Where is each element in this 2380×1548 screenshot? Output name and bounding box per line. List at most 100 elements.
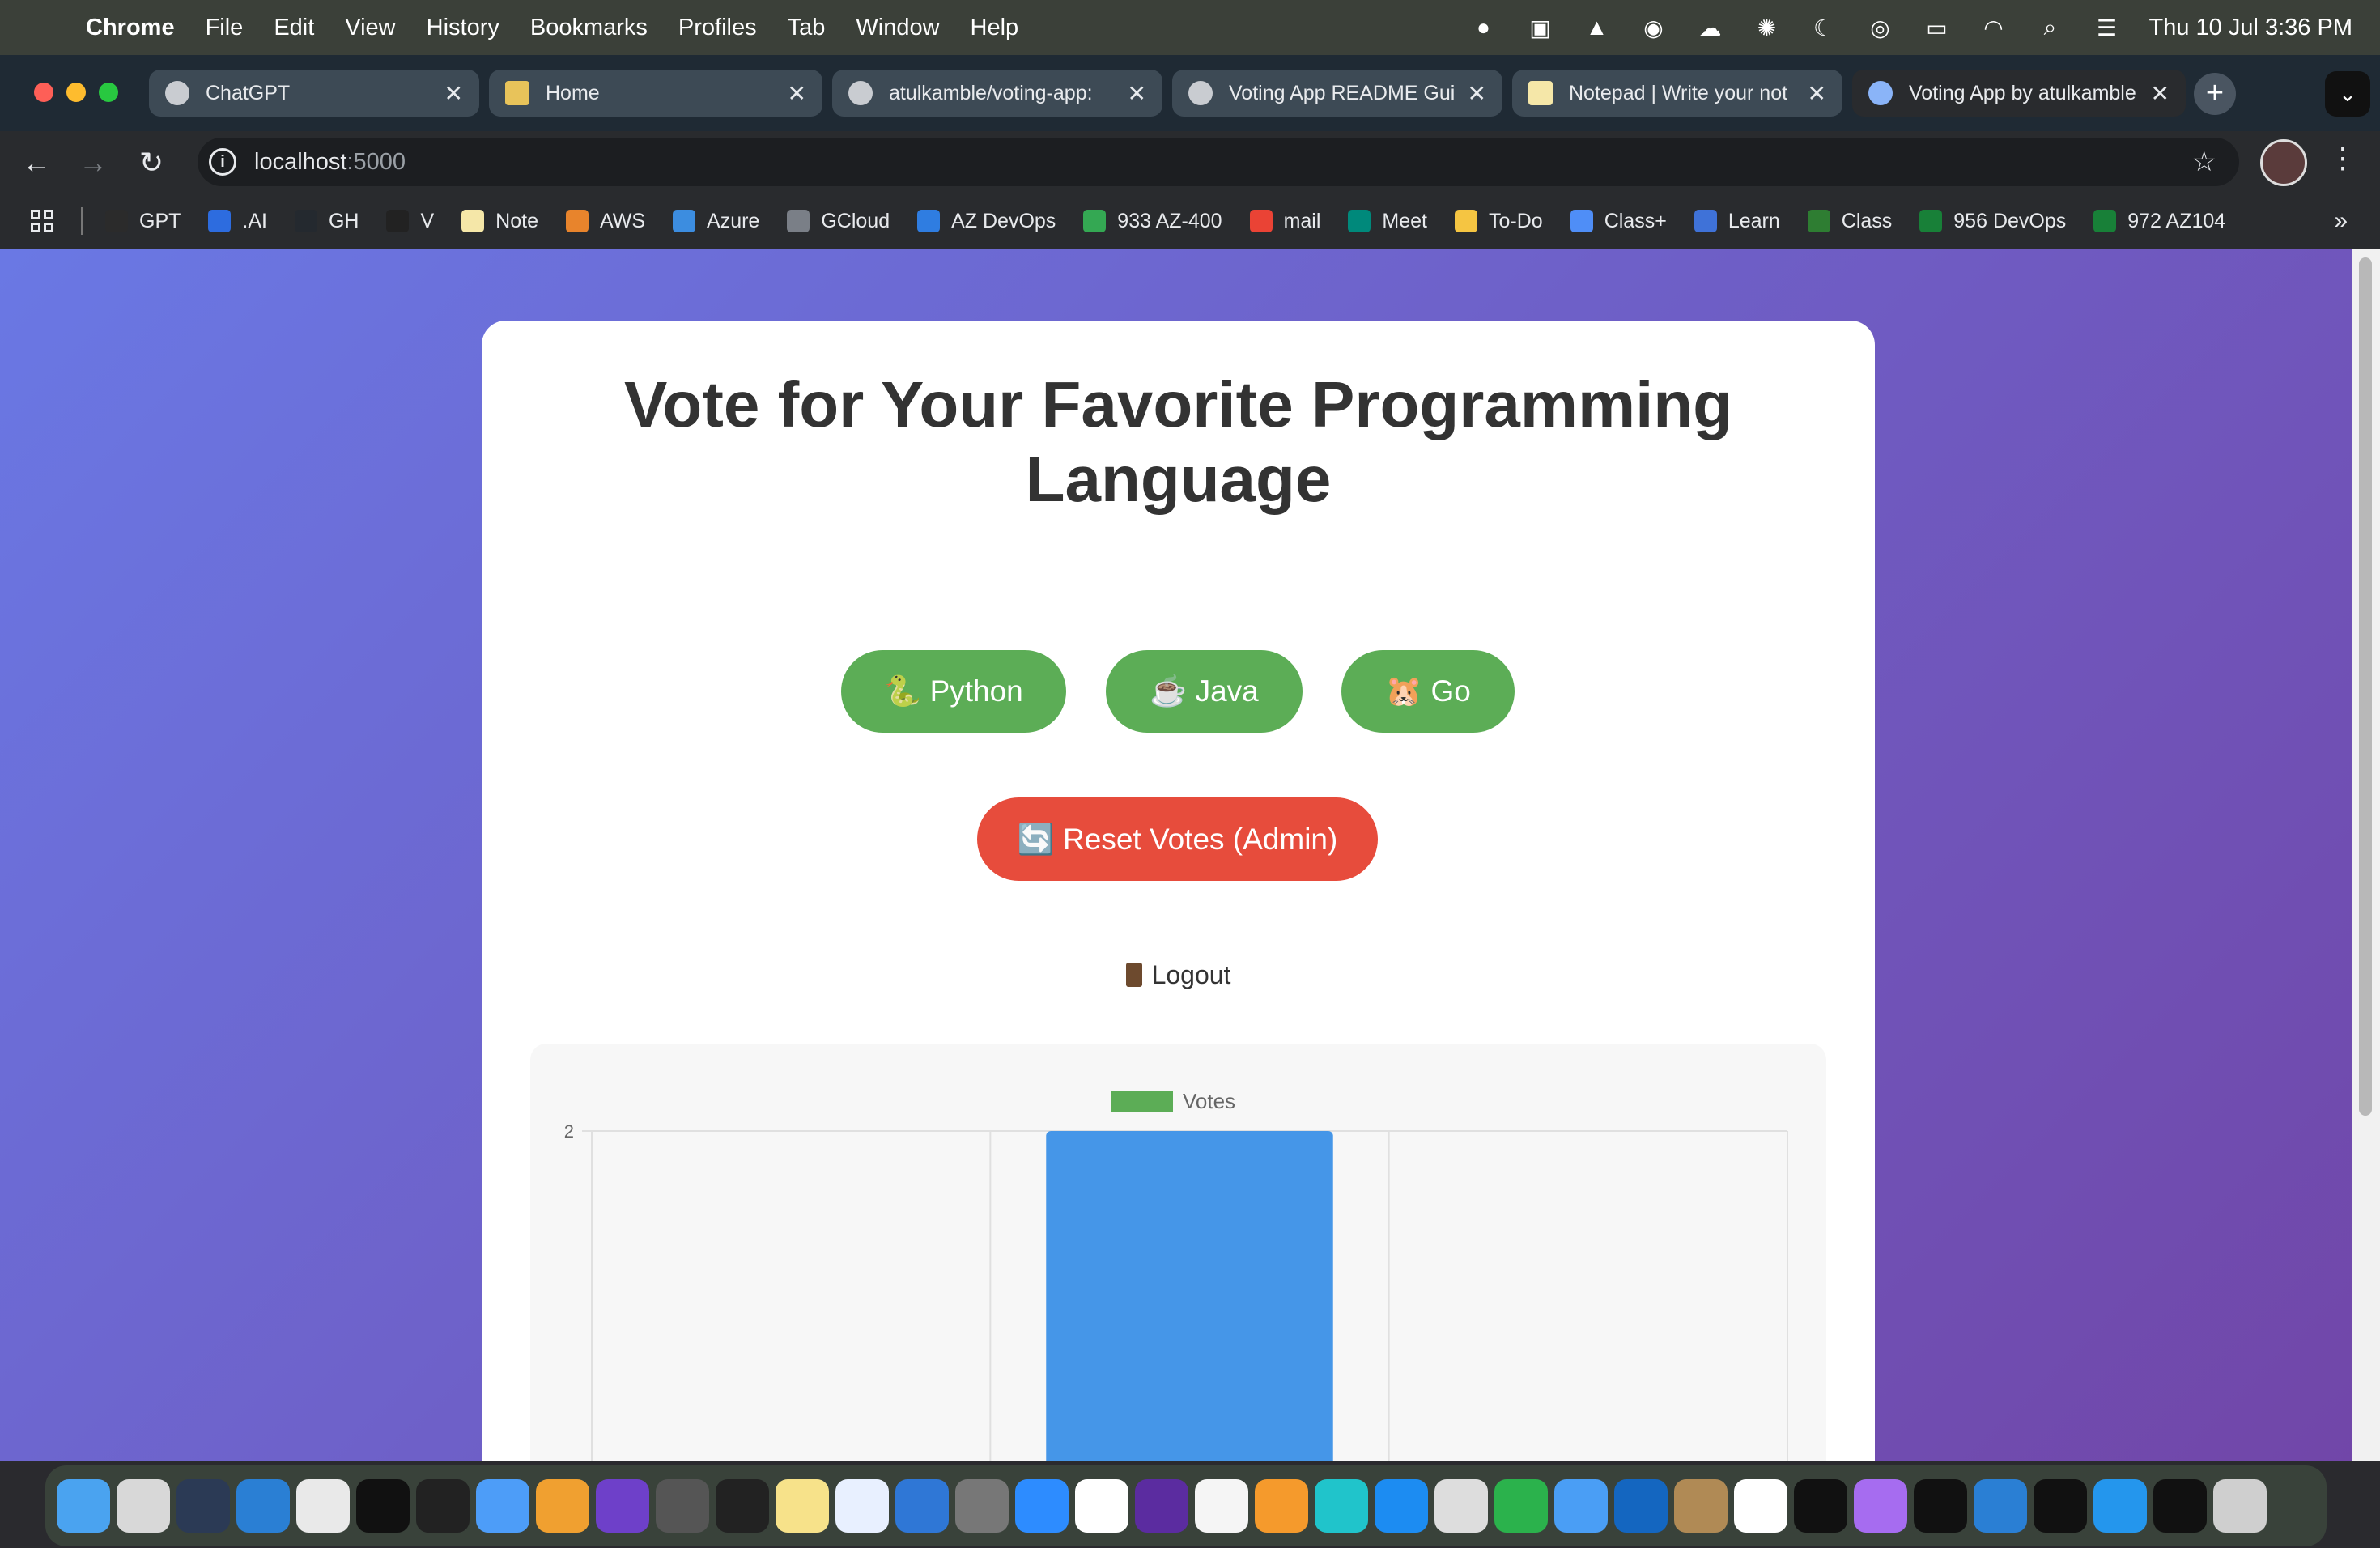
password-icon[interactable]: ◉ xyxy=(1639,13,1668,42)
menu-file[interactable]: File xyxy=(206,15,244,41)
wifi-icon[interactable]: ◠ xyxy=(1979,13,2008,42)
dock-xp-pen-icon[interactable] xyxy=(1794,1479,1847,1533)
tab-search-chevron-icon[interactable]: ⌄ xyxy=(2325,71,2370,117)
tab-home[interactable]: Home ✕ xyxy=(489,70,822,117)
menu-window[interactable]: Window xyxy=(856,15,939,41)
close-window-icon[interactable] xyxy=(34,83,53,102)
airdrop-icon[interactable]: ◎ xyxy=(1866,13,1895,42)
vote-go-button[interactable]: 🐹 Go xyxy=(1341,650,1515,733)
more-bookmarks-chevron-icon[interactable]: » xyxy=(2334,207,2348,235)
dock-settings-icon[interactable] xyxy=(955,1479,1009,1533)
dock-notes-icon[interactable] xyxy=(776,1479,829,1533)
dock-launchpad-icon[interactable] xyxy=(117,1479,170,1533)
dock-zoom-icon[interactable] xyxy=(1015,1479,1069,1533)
dock-onedrive-icon[interactable] xyxy=(895,1479,949,1533)
bookmark-aws[interactable]: AWS xyxy=(565,210,645,233)
vote-python-button[interactable]: 🐍 Python xyxy=(841,650,1066,733)
bookmark-mail[interactable]: mail xyxy=(1249,210,1320,233)
dock-terminal-icon[interactable] xyxy=(716,1479,769,1533)
bookmark-star-icon[interactable]: ☆ xyxy=(2192,146,2216,178)
scrollbar-thumb[interactable] xyxy=(2359,257,2372,1116)
forward-arrow-icon[interactable]: → xyxy=(73,142,113,183)
close-tab-icon[interactable]: ✕ xyxy=(444,80,463,107)
bookmark-gh[interactable]: GH xyxy=(294,210,359,233)
menu-help[interactable]: Help xyxy=(971,15,1019,41)
tab-voting-app-active[interactable]: Voting App by atulkamble ✕ xyxy=(1852,70,2186,117)
dock-contacts-icon[interactable] xyxy=(1674,1479,1728,1533)
menu-view[interactable]: View xyxy=(345,15,395,41)
address-url[interactable]: localhost:5000 xyxy=(254,149,406,176)
zoom-window-icon[interactable] xyxy=(99,83,118,102)
dock-mail-icon[interactable] xyxy=(1554,1479,1608,1533)
dock-vs-code-icon[interactable] xyxy=(236,1479,290,1533)
dock-github-desktop-icon[interactable] xyxy=(596,1479,649,1533)
control-center-icon[interactable]: ☰ xyxy=(2093,13,2122,42)
moon-icon[interactable]: ☾ xyxy=(1809,13,1838,42)
menu-tab[interactable]: Tab xyxy=(788,15,826,41)
dock-calendar-icon[interactable] xyxy=(1734,1479,1787,1533)
menubar-clock[interactable]: Thu 10 Jul 3:36 PM xyxy=(2149,15,2352,41)
site-info-icon[interactable]: i xyxy=(209,148,236,176)
tab-notepad[interactable]: Notepad | Write your not ✕ xyxy=(1512,70,1842,117)
dock-drive-icon[interactable] xyxy=(1075,1479,1128,1533)
chatgpt-icon[interactable]: ✺ xyxy=(1753,13,1782,42)
bookmark-gcloud[interactable]: GCloud xyxy=(787,210,890,233)
bookmark-class[interactable]: Class+ xyxy=(1570,210,1667,233)
dock-chatgpt-icon[interactable] xyxy=(416,1479,470,1533)
menu-history[interactable]: History xyxy=(427,15,499,41)
dock-chrome-icon[interactable] xyxy=(296,1479,350,1533)
reload-icon[interactable]: ↻ xyxy=(131,142,172,183)
bookmark-972-az104[interactable]: 972 AZ104 xyxy=(2093,210,2225,233)
dock-outlook-icon[interactable] xyxy=(1614,1479,1668,1533)
tab-github-voting-app[interactable]: atulkamble/voting-app: ✕ xyxy=(832,70,1162,117)
dock-numbers-icon[interactable] xyxy=(1494,1479,1548,1533)
bookmark-933-az-400[interactable]: 933 AZ-400 xyxy=(1083,210,1222,233)
apps-grid-icon[interactable] xyxy=(31,210,53,232)
page-scrollbar[interactable] xyxy=(2352,249,2380,1461)
bookmark-class[interactable]: Class xyxy=(1807,210,1892,233)
dock-obs-icon[interactable] xyxy=(176,1479,230,1533)
bookmark-ai[interactable]: .AI xyxy=(208,210,267,233)
dock-xp-pen-icon[interactable] xyxy=(1914,1479,1967,1533)
new-tab-plus-icon[interactable]: + xyxy=(2194,73,2236,115)
drive-icon[interactable]: ▲ xyxy=(1583,13,1612,42)
close-tab-icon[interactable]: ✕ xyxy=(788,80,806,107)
bookmark-learn[interactable]: Learn xyxy=(1694,210,1780,233)
tab-chatgpt[interactable]: ChatGPT ✕ xyxy=(149,70,479,117)
bookmark-az-devops[interactable]: AZ DevOps xyxy=(917,210,1056,233)
menu-app-name[interactable]: Chrome xyxy=(86,15,175,41)
profile-avatar[interactable] xyxy=(2260,139,2307,186)
battery-icon[interactable]: ▭ xyxy=(1923,13,1952,42)
dock-canva-icon[interactable] xyxy=(1315,1479,1368,1533)
vote-java-button[interactable]: ☕ Java xyxy=(1106,650,1303,733)
address-bar[interactable]: i localhost:5000 ☆ xyxy=(198,138,2239,186)
menu-edit[interactable]: Edit xyxy=(274,15,314,41)
bookmark-gpt[interactable]: GPT xyxy=(105,210,181,233)
icloud-icon[interactable]: ☁ xyxy=(1696,13,1725,42)
dock-finder-icon[interactable] xyxy=(57,1479,110,1533)
xp-pen-icon[interactable]: ▣ xyxy=(1526,13,1555,42)
tab-readme-guide[interactable]: Voting App README Gui ✕ xyxy=(1172,70,1502,117)
bookmark-v[interactable]: V xyxy=(386,210,434,233)
close-tab-icon[interactable]: ✕ xyxy=(1128,80,1146,107)
dock-vs-code-icon[interactable] xyxy=(1974,1479,2027,1533)
dock-trash-icon[interactable] xyxy=(2213,1479,2267,1533)
dock-draw-icon[interactable] xyxy=(536,1479,589,1533)
close-tab-icon[interactable]: ✕ xyxy=(2151,80,2170,107)
dock-pages-icon[interactable] xyxy=(1255,1479,1308,1533)
close-tab-icon[interactable]: ✕ xyxy=(1468,80,1486,107)
screen-record-icon[interactable]: ● xyxy=(1469,13,1498,42)
dock-xp-pen-icon[interactable] xyxy=(2034,1479,2087,1533)
back-arrow-icon[interactable]: ← xyxy=(16,142,57,183)
dock-safari-icon[interactable] xyxy=(476,1479,529,1533)
dock-reminders-icon[interactable] xyxy=(1195,1479,1248,1533)
chrome-menu-icon[interactable]: ⋮ xyxy=(2328,141,2357,175)
menu-profiles[interactable]: Profiles xyxy=(678,15,757,41)
bookmark-note[interactable]: Note xyxy=(461,210,538,233)
dock-docker-icon[interactable] xyxy=(2093,1479,2147,1533)
bookmark-956-devops[interactable]: 956 DevOps xyxy=(1919,210,2066,233)
logout-link[interactable]: Logout xyxy=(482,960,1875,990)
dock-app-store-icon[interactable] xyxy=(1375,1479,1428,1533)
dock-preview-icon[interactable] xyxy=(1434,1479,1488,1533)
minimize-window-icon[interactable] xyxy=(66,83,86,102)
